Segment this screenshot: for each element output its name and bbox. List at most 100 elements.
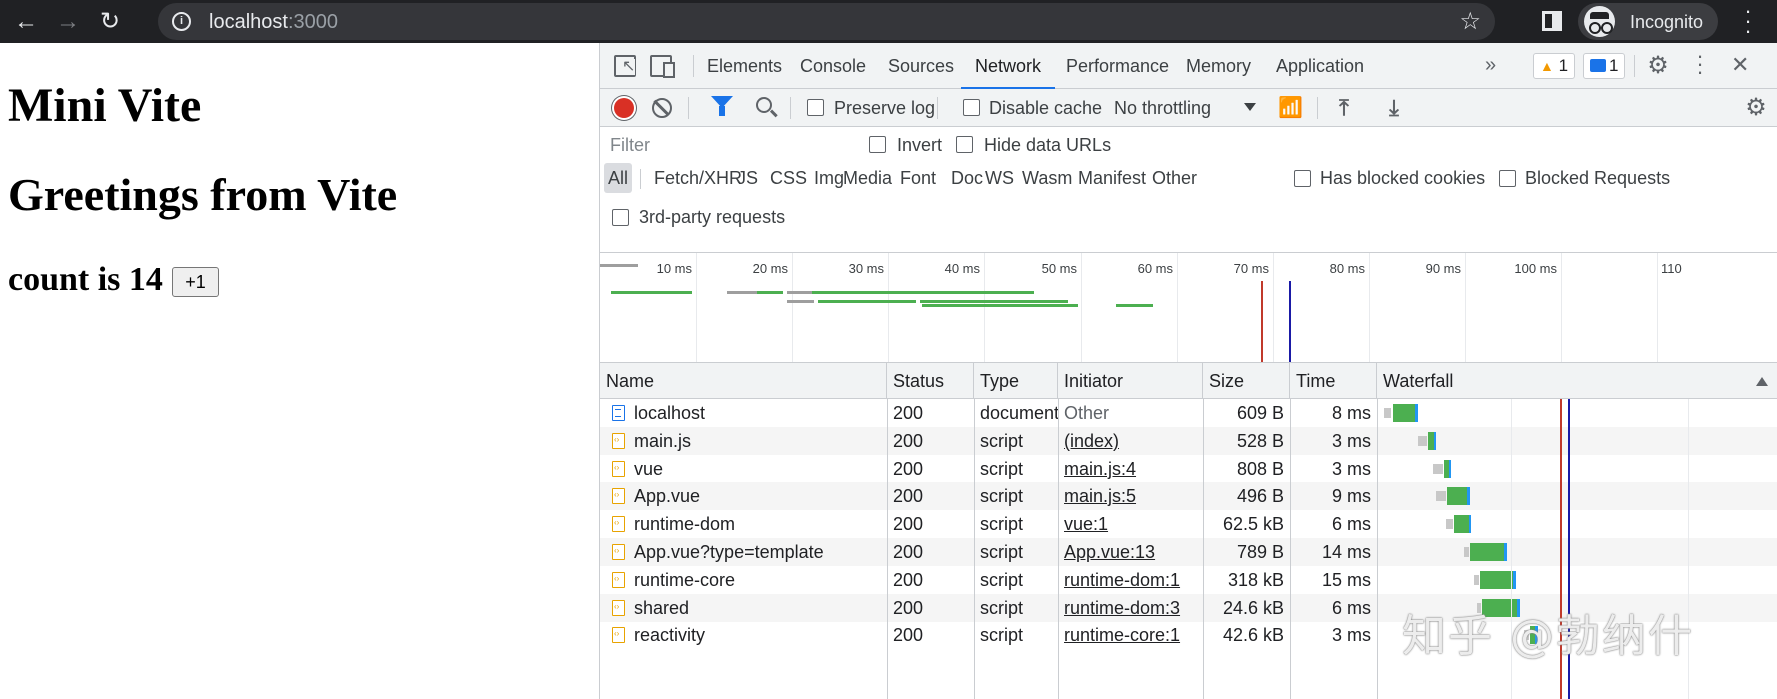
record-icon[interactable]: [614, 98, 634, 118]
network-overview-timeline[interactable]: 10 ms 20 ms 30 ms 40 ms 50 ms 60 ms 70 ms 80 ms…: [600, 253, 1777, 363]
request-name-cell[interactable]: main.js: [600, 427, 887, 455]
info-icon[interactable]: i: [172, 12, 191, 31]
tab-application[interactable]: Application: [1276, 43, 1364, 89]
request-row[interactable]: App.vue?type=template 200 script App.vue:13…: [600, 538, 1777, 566]
more-tabs-icon[interactable]: »: [1485, 43, 1496, 89]
throttling-select[interactable]: No throttling: [1114, 98, 1211, 119]
column-header-size[interactable]: Size: [1203, 363, 1290, 399]
hide-data-urls-checkbox[interactable]: [956, 136, 973, 153]
address-bar[interactable]: i localhost:3000 ☆: [158, 3, 1495, 40]
script-icon: [612, 516, 625, 532]
column-divider[interactable]: [1290, 399, 1291, 699]
type-filter-all[interactable]: All: [604, 163, 633, 193]
request-row[interactable]: App.vue 200 script main.js:5 496 B 9 ms: [600, 482, 1777, 510]
type-filter-manifest[interactable]: Manifest: [1078, 163, 1146, 193]
overview-request-bar: [920, 300, 1068, 303]
has-blocked-cookies-checkbox[interactable]: [1294, 170, 1311, 187]
inspect-element-icon[interactable]: [614, 55, 636, 77]
waterfall-download-bar: [1454, 515, 1469, 533]
chevron-down-icon[interactable]: [1244, 103, 1256, 111]
request-row[interactable]: runtime-core 200 script runtime-dom:1 318 kB…: [600, 566, 1777, 594]
request-name-cell[interactable]: localhost: [600, 399, 887, 427]
filter-input[interactable]: [608, 132, 851, 158]
request-initiator-cell[interactable]: (index): [1058, 427, 1203, 455]
network-settings-gear-icon[interactable]: ⚙: [1744, 96, 1768, 120]
invert-checkbox[interactable]: [869, 136, 886, 153]
request-name-cell[interactable]: runtime-dom: [600, 510, 887, 538]
request-name-cell[interactable]: shared: [600, 594, 887, 622]
tab-elements[interactable]: Elements: [707, 43, 782, 89]
import-har-icon[interactable]: ⤒: [1334, 95, 1354, 121]
messages-badge[interactable]: 1: [1583, 53, 1626, 79]
request-name-cell[interactable]: reactivity: [600, 621, 887, 649]
third-party-checkbox[interactable]: [612, 209, 629, 226]
search-icon[interactable]: [756, 97, 772, 113]
column-header-initiator[interactable]: Initiator: [1058, 363, 1203, 399]
column-header-status[interactable]: Status: [887, 363, 974, 399]
type-filter-ws[interactable]: WS: [985, 163, 1014, 193]
request-initiator-cell[interactable]: vue:1: [1058, 510, 1203, 538]
url-text[interactable]: localhost:3000: [209, 11, 338, 34]
warnings-badge[interactable]: ▲ 1: [1533, 53, 1576, 79]
waterfall-waiting-bar: [1474, 575, 1479, 585]
device-toolbar-icon[interactable]: [650, 55, 675, 78]
forward-arrow-icon[interactable]: →: [50, 4, 86, 40]
sort-ascending-icon[interactable]: [1756, 377, 1768, 386]
request-initiator-cell[interactable]: runtime-core:1: [1058, 621, 1203, 649]
star-icon[interactable]: ☆: [1459, 7, 1481, 36]
menu-dots-icon[interactable]: · · ·: [1738, 0, 1758, 42]
settings-gear-icon[interactable]: ⚙: [1646, 54, 1670, 78]
column-divider[interactable]: [1377, 399, 1378, 699]
request-name-cell[interactable]: App.vue: [600, 482, 887, 510]
column-header-type[interactable]: Type: [974, 363, 1058, 399]
tab-memory[interactable]: Memory: [1186, 43, 1251, 89]
clear-icon[interactable]: [652, 98, 672, 118]
type-filter-css[interactable]: CSS: [770, 163, 807, 193]
tab-sources[interactable]: Sources: [888, 43, 954, 89]
request-name-cell[interactable]: runtime-core: [600, 566, 887, 594]
incognito-profile-button[interactable]: Incognito: [1578, 3, 1718, 40]
request-row[interactable]: main.js 200 script (index) 528 B 3 ms: [600, 427, 1777, 455]
tab-console[interactable]: Console: [800, 43, 866, 89]
type-filter-media[interactable]: Media: [843, 163, 892, 193]
request-initiator-cell[interactable]: runtime-dom:3: [1058, 594, 1203, 622]
request-row[interactable]: runtime-dom 200 script vue:1 62.5 kB 6 ms: [600, 510, 1777, 538]
type-filter-other[interactable]: Other: [1152, 163, 1197, 193]
type-filter-js[interactable]: JS: [737, 163, 758, 193]
tab-network[interactable]: Network: [961, 43, 1056, 89]
request-initiator-cell[interactable]: main.js:5: [1058, 482, 1203, 510]
type-filter-img[interactable]: Img: [814, 163, 844, 193]
back-arrow-icon[interactable]: ←: [8, 4, 44, 40]
request-name-cell[interactable]: vue: [600, 455, 887, 483]
close-devtools-icon[interactable]: ✕: [1731, 53, 1749, 77]
type-filter-fetch-xhr[interactable]: Fetch/XHR: [654, 163, 742, 193]
waterfall-waiting-bar: [1433, 464, 1443, 474]
request-row[interactable]: localhost 200 document Other 609 B 8 ms: [600, 399, 1777, 427]
filter-icon[interactable]: [711, 96, 733, 116]
column-header-time[interactable]: Time: [1290, 363, 1377, 399]
reload-icon[interactable]: ↻: [92, 4, 128, 40]
type-filter-wasm[interactable]: Wasm: [1022, 163, 1072, 193]
request-row[interactable]: vue 200 script main.js:4 808 B 3 ms: [600, 455, 1777, 483]
column-header-waterfall[interactable]: Waterfall: [1377, 363, 1777, 399]
blocked-requests-checkbox[interactable]: [1499, 170, 1516, 187]
column-divider[interactable]: [1203, 399, 1204, 699]
export-har-icon[interactable]: ⤓: [1384, 95, 1404, 121]
request-name-cell[interactable]: App.vue?type=template: [600, 538, 887, 566]
column-header-name[interactable]: Name: [600, 363, 887, 399]
column-divider[interactable]: [974, 399, 975, 699]
network-conditions-icon[interactable]: 📶: [1278, 96, 1303, 120]
column-divider[interactable]: [887, 399, 888, 699]
request-initiator-cell[interactable]: App.vue:13: [1058, 538, 1203, 566]
preserve-log-checkbox[interactable]: [807, 99, 824, 116]
request-initiator-cell[interactable]: main.js:4: [1058, 455, 1203, 483]
column-divider[interactable]: [1058, 399, 1059, 699]
tab-performance[interactable]: Performance: [1066, 43, 1169, 89]
request-initiator-cell[interactable]: runtime-dom:1: [1058, 566, 1203, 594]
side-panel-icon[interactable]: [1542, 11, 1562, 31]
type-filter-font[interactable]: Font: [900, 163, 936, 193]
customize-menu-icon[interactable]: · · ·: [1692, 45, 1708, 83]
type-filter-doc[interactable]: Doc: [951, 163, 983, 193]
increment-button[interactable]: +1: [172, 267, 219, 297]
disable-cache-checkbox[interactable]: [963, 99, 980, 116]
